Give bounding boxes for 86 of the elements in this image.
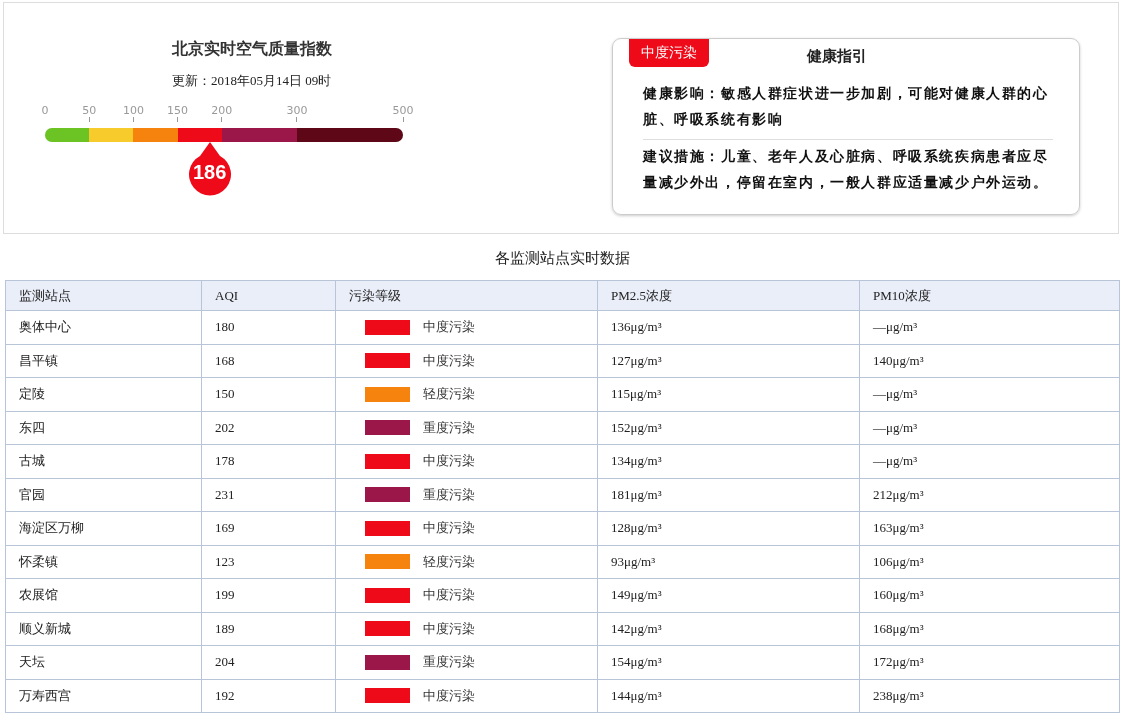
update-time: 更新：2018年05月14日 09时 xyxy=(171,72,332,90)
table-cell: 古城 xyxy=(5,444,202,478)
column-header: PM2.5浓度 xyxy=(597,280,860,311)
tick-mark xyxy=(177,117,179,122)
table-cell: 150 xyxy=(201,377,336,411)
scale-tick-label: 300 xyxy=(286,104,308,117)
tick-mark xyxy=(296,117,298,122)
column-header: 监测站点 xyxy=(5,280,202,311)
table-cell: 189 xyxy=(201,612,336,646)
table-cell: 149μg/m³ xyxy=(597,578,860,612)
table-cell: 93μg/m³ xyxy=(597,545,860,579)
pollution-level: 中度污染 xyxy=(423,519,475,538)
health-effect-text: 健康影响：敏感人群症状进一步加剧，可能对健康人群的心脏、呼吸系统有影响 xyxy=(643,85,1050,129)
scale-tick-label: 100 xyxy=(122,104,144,117)
pollution-level: 中度污染 xyxy=(423,351,475,370)
table-cell: 顺义新城 xyxy=(5,612,202,646)
table-cell: 万寿西宫 xyxy=(5,679,202,713)
table-cell: 212μg/m³ xyxy=(859,478,1120,512)
table-cell: 128μg/m³ xyxy=(597,511,860,545)
table-cell: 115μg/m³ xyxy=(597,377,860,411)
pollution-level: 中度污染 xyxy=(423,686,475,705)
pollution-level: 重度污染 xyxy=(423,485,475,504)
table-cell: 172μg/m³ xyxy=(859,645,1120,679)
tick-mark xyxy=(221,117,223,122)
tick-mark xyxy=(402,117,404,122)
pollution-level: 中度污染 xyxy=(423,318,475,337)
table-cell: 160μg/m³ xyxy=(859,578,1120,612)
table-cell: 202 xyxy=(201,411,336,445)
scale-tick-label: 150 xyxy=(167,104,189,117)
aqi-value: 186 xyxy=(192,161,228,184)
scale-tick-label: 500 xyxy=(392,104,414,117)
table-cell: —μg/m³ xyxy=(859,310,1120,344)
table-cell: 181μg/m³ xyxy=(597,478,860,512)
table-cell: 天坛 xyxy=(5,645,202,679)
table-cell: 东四 xyxy=(5,411,202,445)
table-cell: 136μg/m³ xyxy=(597,310,860,344)
table-cell: 192 xyxy=(201,679,336,713)
table-cell: 怀柔镇 xyxy=(5,545,202,579)
table-cell: 144μg/m³ xyxy=(597,679,860,713)
table-cell: —μg/m³ xyxy=(859,377,1120,411)
table-cell: —μg/m³ xyxy=(859,444,1120,478)
page-title: 北京实时空气质量指数 xyxy=(171,39,332,59)
column-header: PM10浓度 xyxy=(859,280,1120,311)
pollution-level: 轻度污染 xyxy=(423,552,475,571)
table-cell: 180 xyxy=(201,310,336,344)
column-header: 污染等级 xyxy=(335,280,598,311)
table-cell: 昌平镇 xyxy=(5,344,202,378)
table-cell: 定陵 xyxy=(5,377,202,411)
scale-tick-label: 0 xyxy=(41,104,49,117)
pollution-level: 中度污染 xyxy=(423,586,475,605)
pollution-level: 重度污染 xyxy=(423,418,475,437)
tick-mark xyxy=(132,117,134,122)
table-title: 各监测站点实时数据 xyxy=(494,249,631,268)
table-cell: 官园 xyxy=(5,478,202,512)
pollution-level: 中度污染 xyxy=(423,452,475,471)
table-cell: 142μg/m³ xyxy=(597,612,860,646)
tick-mark xyxy=(88,117,90,122)
table-cell: 204 xyxy=(201,645,336,679)
table-cell: 奥体中心 xyxy=(5,310,202,344)
pollution-level: 轻度污染 xyxy=(423,385,475,404)
table-cell: 134μg/m³ xyxy=(597,444,860,478)
table-cell: 168 xyxy=(201,344,336,378)
column-header: AQI xyxy=(201,280,336,311)
table-cell: 106μg/m³ xyxy=(859,545,1120,579)
scale-tick-label: 200 xyxy=(211,104,233,117)
table-cell: 152μg/m³ xyxy=(597,411,860,445)
table-cell: 海淀区万柳 xyxy=(5,511,202,545)
table-cell: 123 xyxy=(201,545,336,579)
table-cell: 168μg/m³ xyxy=(859,612,1120,646)
scale-tick-label: 50 xyxy=(82,104,97,117)
table-cell: 178 xyxy=(201,444,336,478)
table-cell: 238μg/m³ xyxy=(859,679,1120,713)
table-cell: 231 xyxy=(201,478,336,512)
table-cell: 169 xyxy=(201,511,336,545)
table-cell: 154μg/m³ xyxy=(597,645,860,679)
pollution-level-badge: 中度污染 xyxy=(629,39,709,67)
table-cell: 199 xyxy=(201,578,336,612)
table-cell: 127μg/m³ xyxy=(597,344,860,378)
table-cell: 163μg/m³ xyxy=(859,511,1120,545)
card-title: 健康指引 xyxy=(807,46,867,66)
table-cell: —μg/m³ xyxy=(859,411,1120,445)
pollution-level: 中度污染 xyxy=(423,619,475,638)
advice-text: 建议措施：儿童、老年人及心脏病、呼吸系统疾病患者应尽量减少外出，停留在室内，一般人群应适量减少户外运动。 xyxy=(643,148,1050,192)
table-cell: 140μg/m³ xyxy=(859,344,1120,378)
table-cell: 农展馆 xyxy=(5,578,202,612)
pollution-level: 重度污染 xyxy=(423,653,475,672)
